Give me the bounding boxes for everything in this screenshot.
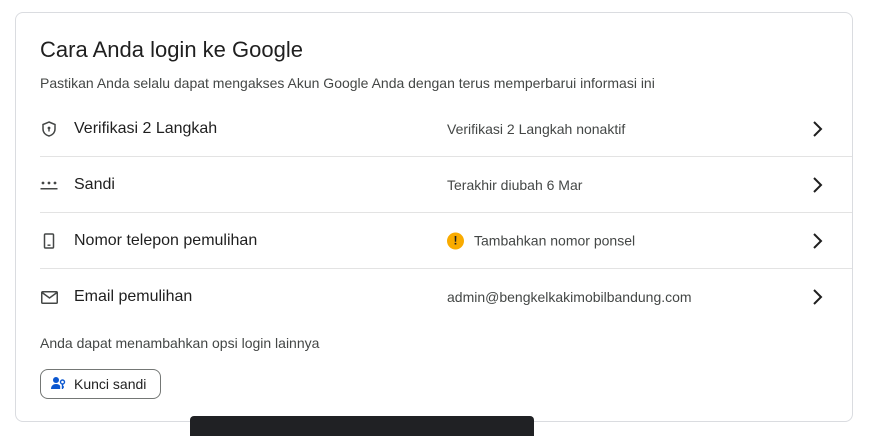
snackbar-partial xyxy=(190,416,534,436)
signin-methods-card: Cara Anda login ke Google Pastikan Anda … xyxy=(15,12,853,422)
row-value: Tambahkan nomor ponsel xyxy=(474,232,636,249)
row-value: admin@bengkelkakimobilbandung.com xyxy=(447,289,692,305)
chevron-right-icon xyxy=(811,232,825,250)
row-recovery-email[interactable]: Email pemulihan admin@bengkelkakimobilba… xyxy=(40,269,852,325)
more-options-text: Anda dapat menambahkan opsi login lainny… xyxy=(40,335,320,351)
chevron-right-icon xyxy=(811,120,825,138)
section-title: Cara Anda login ke Google xyxy=(40,37,303,62)
signin-options-list: Verifikasi 2 Langkah Verifikasi 2 Langka… xyxy=(40,101,852,325)
row-label: Nomor telepon pemulihan xyxy=(74,231,258,249)
section-subtitle: Pastikan Anda selalu dapat mengakses Aku… xyxy=(40,75,655,91)
passkey-person-icon xyxy=(51,376,66,393)
row-two-step-verification[interactable]: Verifikasi 2 Langkah Verifikasi 2 Langka… xyxy=(40,101,852,157)
passkey-button[interactable]: Kunci sandi xyxy=(40,369,162,399)
row-value: Terakhir diubah 6 Mar xyxy=(447,176,583,193)
row-password[interactable]: Sandi Terakhir diubah 6 Mar xyxy=(40,157,852,213)
passkey-button-label: Kunci sandi xyxy=(74,376,147,392)
phone-icon xyxy=(40,232,58,250)
mail-icon xyxy=(40,288,58,306)
chevron-right-icon xyxy=(811,288,825,306)
chevron-right-icon xyxy=(811,176,825,194)
warning-icon: ! xyxy=(447,232,464,249)
row-label: Sandi xyxy=(74,175,115,193)
row-recovery-phone[interactable]: Nomor telepon pemulihan ! Tambahkan nomo… xyxy=(40,213,852,269)
password-dots-icon xyxy=(40,176,58,194)
row-label: Email pemulihan xyxy=(74,288,193,305)
row-value: Verifikasi 2 Langkah nonaktif xyxy=(447,120,626,137)
row-value-with-status: ! Tambahkan nomor ponsel xyxy=(447,232,635,249)
row-label: Verifikasi 2 Langkah xyxy=(74,119,218,137)
shield-icon xyxy=(40,120,58,138)
